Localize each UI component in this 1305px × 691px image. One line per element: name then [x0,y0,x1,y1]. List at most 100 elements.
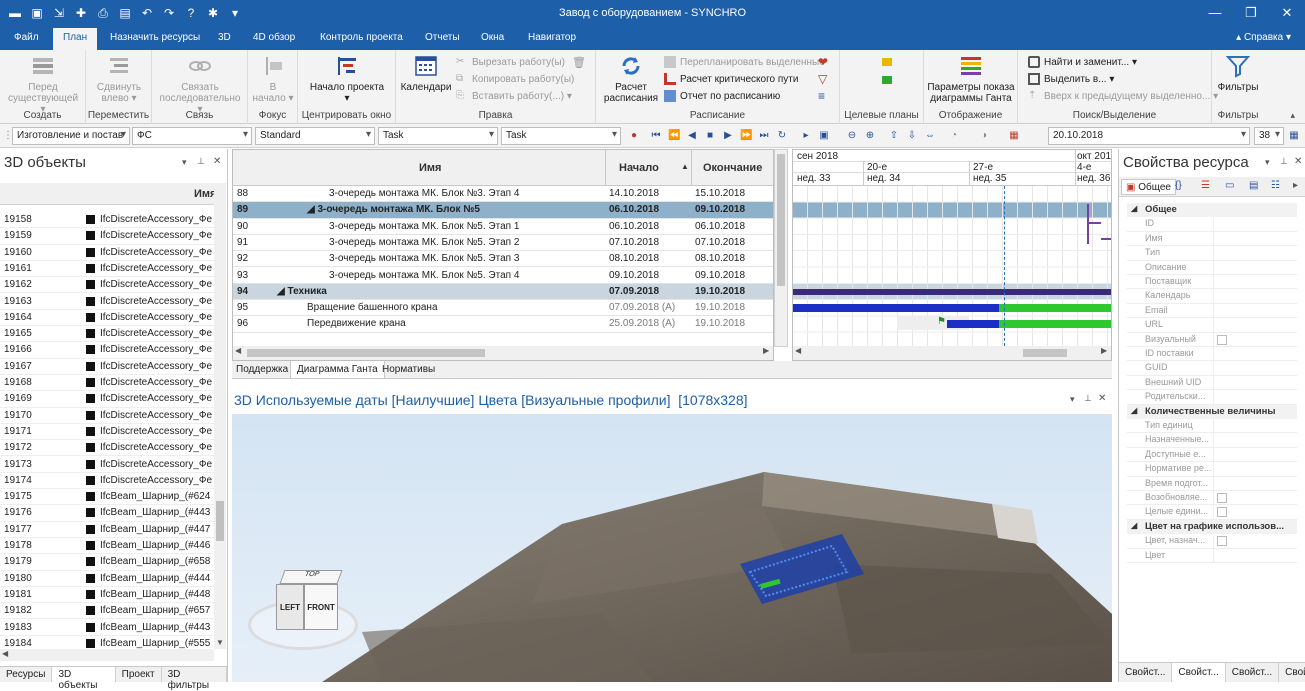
tab-windows[interactable]: Окна [481,32,504,43]
property-row[interactable]: Календарь [1127,289,1297,304]
play-icon[interactable]: ▶ [722,129,734,142]
baseline-yellow-icon[interactable] [882,58,892,66]
list-item[interactable]: 19166 IfcDiscreteAccessory_Фе [0,342,214,359]
skip-start-icon[interactable]: ⏮ [650,129,662,142]
list-item[interactable]: 19159 IfcDiscreteAccessory_Фе [0,228,214,245]
tab-props-3[interactable]: Свойст... [1226,663,1280,682]
stop-icon[interactable]: ■ [704,129,716,142]
list-item[interactable]: 19158 IfcDiscreteAccessory_Фе [0,212,214,229]
panel-dropdown-icon[interactable]: ▾ [182,157,187,168]
visibility-checkbox[interactable] [86,638,95,648]
delete-icon[interactable]: 🗑 [572,56,586,69]
visibility-checkbox[interactable] [86,247,95,257]
table-row[interactable]: 93 3-очередь монтажа МК. Блок №5. Этап 4 0… [233,267,773,284]
render-icon[interactable]: ▣ [818,129,830,142]
view-dropdown-icon[interactable]: ▾ [1070,394,1075,405]
play-range-icon[interactable]: ▸ [800,129,812,142]
visibility-checkbox[interactable] [86,410,95,420]
step-forward-icon[interactable]: ⏩ [740,129,752,142]
table-row[interactable]: 90 3-очередь монтажа МК. Блок №5. Этап 1 0… [233,218,773,235]
tag-icon[interactable]: ▭ [1225,180,1234,191]
grid-vscrollbar[interactable] [774,149,788,347]
calendars-button[interactable]: Календари [400,54,452,93]
more-icon[interactable]: ▸ [1293,180,1298,191]
list-item[interactable]: 19183 IfcBeam_Шарнир_(#443 [0,620,214,636]
property-checkbox[interactable] [1217,536,1227,547]
property-row[interactable]: Тип [1127,246,1297,261]
visibility-checkbox[interactable] [86,443,95,453]
filters-button[interactable]: Фильтры [1214,54,1262,93]
minimize-icon[interactable]: — [1197,0,1233,28]
go-to-start-button[interactable]: В начало ▾ [252,54,294,104]
tab-3d-filters[interactable]: 3D фильтры [162,667,227,691]
end-header[interactable]: Окончание [703,162,762,174]
property-category[interactable]: Количественные величины ◢ [1127,404,1297,419]
property-row[interactable]: Родительски... [1127,390,1297,405]
list-item[interactable]: 19169 IfcDiscreteAccessory_Фе [0,391,214,408]
list-item[interactable]: 19180 IfcBeam_Шарнир_(#444 [0,571,214,587]
list-item[interactable]: 19161 IfcDiscreteAccessory_Фе [0,261,214,278]
property-row[interactable]: Назначенные... [1127,433,1297,448]
property-checkbox[interactable] [1217,507,1227,518]
list-item[interactable]: 19182 IfcBeam_Шарнир_(#657 [0,603,214,620]
pin-icon[interactable]: ⊥ [197,156,205,167]
calendar-red-icon[interactable]: ▦ [1008,129,1020,142]
heart-icon[interactable]: ❤ [818,55,828,69]
property-row[interactable]: Описание [1127,260,1297,275]
levels-icon[interactable]: ≡ [818,89,825,103]
tab-props-1[interactable]: Свойст... [1119,663,1173,682]
bar-down-icon[interactable]: ⇩ [906,129,918,142]
bar-fit-icon[interactable]: ⇔ [924,129,936,142]
select-in-button[interactable]: Выделить в... ▾ [1028,73,1114,85]
visibility-checkbox[interactable] [86,557,95,567]
gantt-bar-remaining[interactable] [999,304,1111,312]
tab-norms[interactable]: Нормативы [382,364,435,375]
grid-scroll-left-icon[interactable]: ◀ [235,346,241,355]
insert-before-button[interactable]: Перед существующей ▾ [6,54,80,115]
bar-up-icon[interactable]: ⇧ [888,129,900,142]
horizontal-scrollbar[interactable]: ◀ [0,649,214,661]
visibility-checkbox[interactable] [86,492,95,502]
tab-4d-review[interactable]: 4D обзор [253,32,295,43]
table-row[interactable]: 94 ◢ Техника 07.09.2018 19.10.2018 [233,283,773,301]
tab-navigator[interactable]: Навигатор [528,32,576,43]
property-row[interactable]: GUID [1127,361,1297,376]
visibility-checkbox[interactable] [86,541,95,550]
visibility-checkbox[interactable] [86,280,95,290]
reschedule-selected-button[interactable]: Перепланировать выделенные [664,56,825,68]
copy-task-button[interactable]: ⧉ Копировать работу(ы) [456,73,574,85]
grid-hscrollbar[interactable]: ◀ ▶ [233,346,773,360]
help-menu[interactable]: ▴ Справка ▾ [1236,32,1291,43]
code-combo[interactable]: ФС [132,127,252,145]
list-item[interactable]: 19176 IfcBeam_Шарнир_(#443 [0,505,214,522]
list-item[interactable]: 19179 IfcBeam_Шарнир_(#658 [0,554,214,571]
gantt-bar-summary[interactable] [793,289,1111,295]
schedule-report-button[interactable]: Отчет по расписанию [664,90,780,102]
property-row[interactable]: Нормативе ре... [1127,462,1297,477]
tab-general[interactable]: ▣ Общее [1121,179,1176,195]
table-icon[interactable]: ▤ [1249,180,1258,191]
visibility-checkbox[interactable] [86,263,95,273]
visibility-checkbox[interactable] [86,361,95,371]
tab-file[interactable]: Файл [14,32,39,43]
panel-close-icon[interactable]: ✕ [213,156,221,167]
tab-assign-resources[interactable]: Назначить ресурсы [110,32,200,43]
visibility-checkbox[interactable] [86,426,95,436]
zoom-in-icon[interactable]: ⊕ [864,129,876,142]
property-row[interactable]: Цвет [1127,548,1297,563]
property-row[interactable]: Имя [1127,231,1297,247]
property-row[interactable]: Тип единиц [1127,419,1297,434]
maximize-icon[interactable]: ❐ [1233,0,1269,28]
tab-plan[interactable]: План [53,28,98,50]
date-picker[interactable]: 20.10.2018 [1048,127,1250,145]
visibility-checkbox[interactable] [86,215,95,224]
style-combo[interactable]: Standard [255,127,375,145]
tab-support[interactable]: Поддержка [236,364,288,375]
name-header[interactable]: Имя [419,162,441,174]
calculator-icon[interactable]: ▦ [1288,129,1300,142]
gantt-bar-actual[interactable] [793,304,999,312]
skip-end-icon[interactable]: ⏭ [758,129,770,142]
close-icon[interactable]: ✕ [1269,0,1305,28]
tab-props-2[interactable]: Свойст... [1172,663,1226,682]
property-row[interactable]: ID [1127,217,1297,232]
